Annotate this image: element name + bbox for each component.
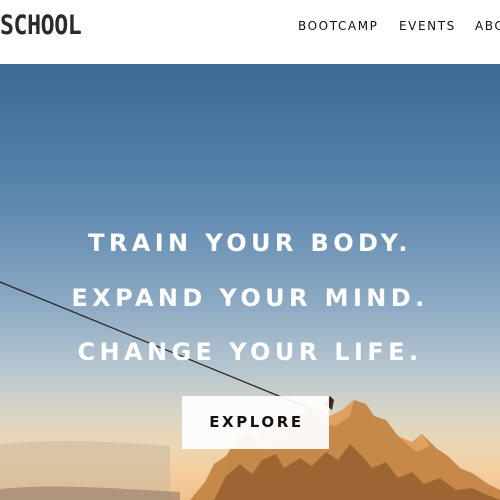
page: SCHOOL BOOTCAMP EVENTS ABO TRAIN YOUR BO… <box>0 0 500 500</box>
logo[interactable]: SCHOOL <box>0 10 82 42</box>
hero-headline-line-3: CHANGE YOUR LIFE. <box>77 338 423 366</box>
nav-item-bootcamp[interactable]: BOOTCAMP <box>298 18 379 34</box>
hero-headline-line-2: EXPAND YOUR MIND. <box>71 284 429 312</box>
nav-item-events[interactable]: EVENTS <box>399 18 456 34</box>
site-header: SCHOOL BOOTCAMP EVENTS ABO <box>0 0 500 64</box>
explore-button[interactable]: EXPLORE <box>182 396 329 449</box>
hero-section: TRAIN YOUR BODY. EXPAND YOUR MIND. CHANG… <box>0 64 500 500</box>
nav-item-about[interactable]: ABO <box>475 18 500 34</box>
hero-headline-line-1: TRAIN YOUR BODY. <box>88 229 412 257</box>
